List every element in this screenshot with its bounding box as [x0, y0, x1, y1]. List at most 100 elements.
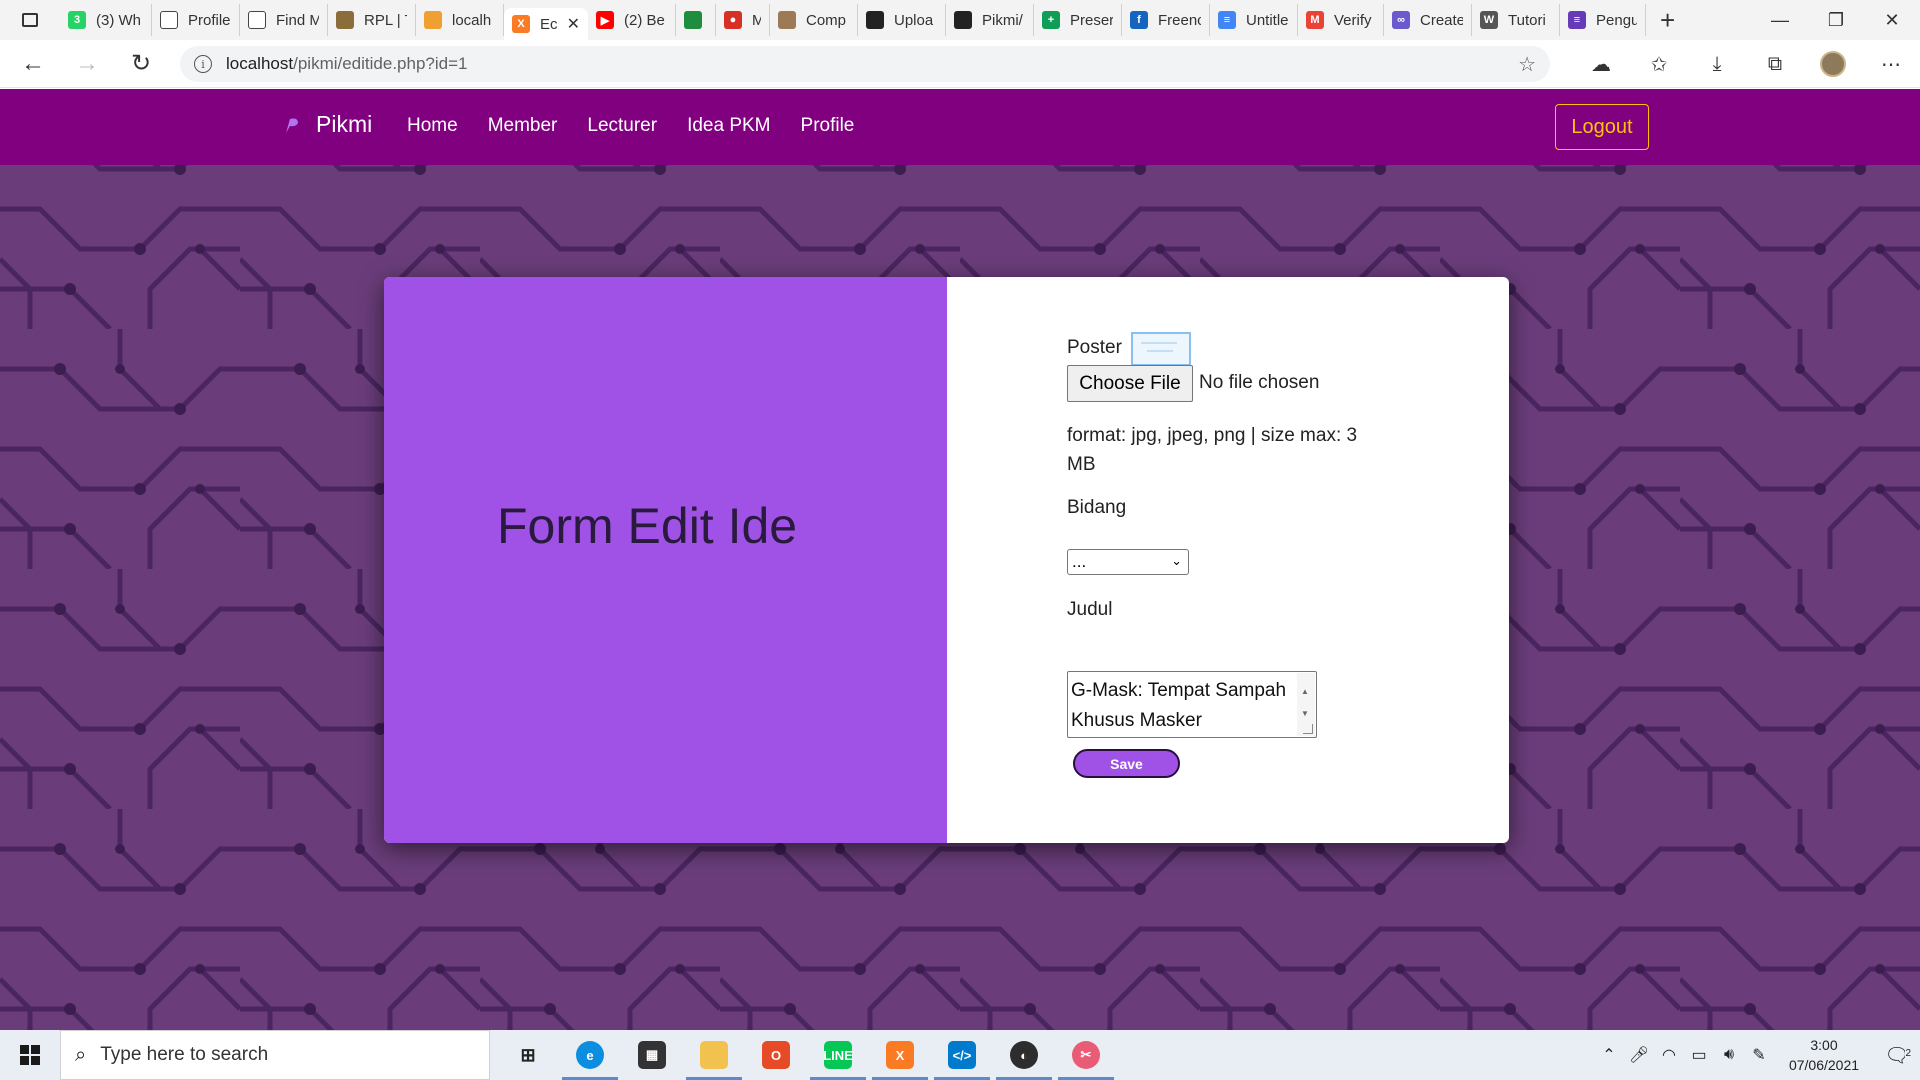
taskbar-edge[interactable]: e [559, 1030, 621, 1080]
pen-icon[interactable]: ✎ [1744, 1045, 1774, 1065]
close-window-button[interactable]: ✕ [1864, 0, 1920, 40]
favorites-icon[interactable]: ✩ [1630, 52, 1688, 77]
tray-chevron-up-icon[interactable]: ⌃ [1594, 1045, 1624, 1065]
page-content: Pikmi Home Member Lecturer Idea PKM Profile … [0, 89, 1920, 1030]
tab-label: Untitle [1246, 11, 1289, 29]
battery-icon[interactable]: ▭ [1684, 1045, 1714, 1065]
address-bar[interactable]: i localhost/pikmi/editide.php?id=1 ☆ [180, 46, 1550, 82]
poster-thumbnail [1131, 332, 1191, 366]
browser-tab[interactable]: 3 (3) Wh [60, 4, 152, 36]
taskbar-line[interactable]: LINE [807, 1030, 869, 1080]
browser-tab[interactable]: + Preser [1034, 4, 1122, 36]
browser-tab[interactable]: ≡ Pengu [1560, 4, 1646, 36]
browser-tab[interactable]: RPL | T [328, 4, 416, 36]
tab-label: RPL | T [364, 11, 407, 29]
settings-more-icon[interactable]: ⋯ [1862, 52, 1920, 77]
tracking-prevention-icon[interactable]: ☁ [1572, 52, 1630, 77]
start-button[interactable] [0, 1030, 60, 1080]
taskbar-office[interactable]: O [745, 1030, 807, 1080]
taskbar-xampp[interactable]: X [869, 1030, 931, 1080]
brand-name: Pikmi [316, 111, 373, 137]
browser-tab[interactable]: W Tutori [1472, 4, 1560, 36]
windows-taskbar: ⌕ Type here to search ⊞ e ▦ O LINE X </>… [0, 1030, 1920, 1080]
downloads-icon[interactable]: ⤓ [1688, 53, 1746, 76]
profile-avatar[interactable] [1804, 51, 1862, 77]
reload-button[interactable]: ↻ [114, 44, 168, 84]
cat-icon [778, 11, 796, 29]
forward-button[interactable]: → [60, 44, 114, 84]
restore-button[interactable]: ❐ [1808, 0, 1864, 40]
bidang-selected-value: ... [1072, 552, 1087, 571]
judul-textarea[interactable]: G-Mask: Tempat Sampah Khusus Masker ▲ ▼ [1067, 671, 1317, 738]
browser-tab[interactable]: Find M [240, 4, 328, 36]
bidang-label: Bidang [1067, 497, 1127, 518]
resize-grip-icon[interactable] [1303, 724, 1313, 734]
browser-tab[interactable]: X Ec ✕ [504, 8, 588, 40]
nav-link-home[interactable]: Home [407, 115, 458, 137]
folder-icon [700, 1041, 728, 1069]
brand[interactable]: Pikmi [282, 111, 372, 138]
browser-tab[interactable]: Pikmi/ [946, 4, 1034, 36]
new-tab-button[interactable]: + [1660, 7, 1675, 33]
office-icon: O [762, 1041, 790, 1069]
clock-time: 3:00 [1810, 1037, 1838, 1053]
xampp-icon: X [886, 1041, 914, 1069]
choose-file-button[interactable]: Choose File [1067, 365, 1193, 402]
w3-icon: W [1480, 11, 1498, 29]
add-favorite-icon[interactable]: ☆ [1518, 52, 1536, 77]
bidang-select[interactable]: ... ⌄ [1067, 549, 1189, 575]
browser-tab[interactable]: M Verify [1298, 4, 1384, 36]
whatsapp-icon: 3 [68, 11, 86, 29]
url-host: localhost [226, 54, 294, 73]
minimize-button[interactable]: — [1752, 0, 1808, 40]
tab-label: Find M [276, 11, 319, 29]
nav-link-profile[interactable]: Profile [801, 115, 855, 137]
browser-tab[interactable]: ▶ (2) Be [588, 4, 676, 36]
poster-label: Poster [1067, 337, 1122, 358]
close-tab-icon[interactable]: ✕ [567, 14, 580, 34]
panda-icon: ◐ [1010, 1041, 1038, 1069]
tab-actions-button[interactable] [0, 0, 60, 40]
back-button[interactable]: ← [6, 44, 60, 84]
browser-tab[interactable]: f Freenc [1122, 4, 1210, 36]
browser-tab[interactable] [676, 4, 716, 36]
notification-center-icon[interactable]: 🗨︎ 2 [1874, 1043, 1920, 1068]
wifi-icon[interactable]: ◠ [1654, 1045, 1684, 1065]
save-button[interactable]: Save [1073, 749, 1180, 778]
taskbar-app-circle[interactable]: ◐ [993, 1030, 1055, 1080]
browser-tab[interactable]: Comp [770, 4, 858, 36]
store-icon: ▦ [638, 1041, 666, 1069]
nav-link-lecturer[interactable]: Lecturer [587, 115, 657, 137]
taskbar-snip[interactable]: ✂ [1055, 1030, 1117, 1080]
microphone-icon[interactable]: 🎤︎ [1624, 1045, 1654, 1065]
browser-tab[interactable]: ≡ Untitle [1210, 4, 1298, 36]
browser-tab[interactable]: ∞ Create [1384, 4, 1472, 36]
taskbar-clock[interactable]: 3:00 07/06/2021 [1774, 1035, 1874, 1075]
tab-label: localh [452, 11, 492, 29]
tab-label: Pikmi/ [982, 11, 1023, 29]
browser-tab[interactable]: ●M [716, 4, 770, 36]
collections-icon[interactable]: ⧉ [1746, 53, 1804, 76]
page-icon [160, 11, 178, 29]
browser-tab[interactable]: localh [416, 4, 504, 36]
tab-actions-icon [22, 13, 38, 27]
taskbar-store[interactable]: ▦ [621, 1030, 683, 1080]
snip-icon: ✂ [1072, 1041, 1100, 1069]
taskbar-explorer[interactable] [683, 1030, 745, 1080]
textarea-scrollbar[interactable]: ▲ ▼ [1297, 673, 1315, 736]
task-view-button[interactable]: ⊞ [497, 1030, 559, 1080]
browser-tab[interactable]: Uploa [858, 4, 946, 36]
site-info-icon[interactable]: i [194, 55, 212, 73]
volume-icon[interactable]: 🔊︎ [1714, 1046, 1744, 1064]
nav-link-idea-pkm[interactable]: Idea PKM [687, 115, 770, 137]
tab-label: Ec [540, 15, 557, 33]
taskbar-search[interactable]: ⌕ Type here to search [60, 1030, 490, 1080]
browser-tab[interactable]: Profile [152, 4, 240, 36]
taskbar-vscode[interactable]: </> [931, 1030, 993, 1080]
page-icon [248, 11, 266, 29]
book-icon [336, 11, 354, 29]
gmail-icon: M [1306, 11, 1324, 29]
nav-link-member[interactable]: Member [488, 115, 558, 137]
tab-label: Preser [1070, 11, 1113, 29]
logout-button[interactable]: Logout [1555, 104, 1649, 150]
